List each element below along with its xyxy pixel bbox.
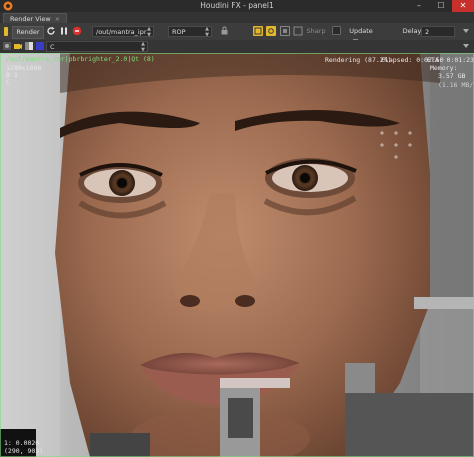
delay-label: Delay [402, 27, 422, 35]
stop-icon[interactable] [72, 26, 82, 36]
render-toolbar: Render /out/mantra_ipr ▲▼ ROP Camera ▲▼ … [0, 23, 474, 47]
toolbar-handle-icon [4, 27, 8, 36]
region-render-icon[interactable] [253, 26, 263, 36]
pixel-coord: (290, 903) [4, 447, 44, 455]
refresh-icon[interactable] [46, 26, 56, 36]
delay-input[interactable]: 2 [421, 26, 455, 37]
render-button[interactable]: Render [12, 26, 44, 39]
window-title: Houdini FX - panel1 [200, 1, 274, 10]
snapshot-icon[interactable] [266, 26, 276, 36]
render-viewport[interactable]: /out/mantra_ipr|pbrbrighter_2.0|Qt (8) 1… [0, 53, 474, 457]
channel-spin-icon: ▲ ▼ [141, 41, 145, 53]
toolbar-menu-icon[interactable] [462, 26, 470, 36]
rop-info-text: /out/mantra_ipr|pbrbrighter_2.0|Qt (8) [6, 55, 155, 63]
memory-sub: (1.16 MB/s) [438, 81, 474, 89]
close-button[interactable]: ✕ [452, 0, 474, 12]
preview-icon[interactable] [280, 26, 290, 36]
eta-time: ETA: 0:01:23 [427, 56, 474, 64]
update-time-checkbox-icon[interactable] [332, 26, 341, 35]
camera-field[interactable]: ROP Camera ▲▼ [168, 26, 212, 47]
viewer-options-icon[interactable] [462, 42, 470, 50]
rop-path-value: /out/mantra_ipr [96, 28, 147, 36]
camera-view-icon[interactable] [14, 42, 22, 50]
update-time-label: Update Time [349, 27, 373, 46]
sharp-button[interactable]: Sharp [305, 26, 327, 37]
minimize-button[interactable]: – [408, 0, 430, 12]
memory-value: 3.57 GB [438, 72, 466, 80]
channel-value: C [50, 43, 55, 51]
rop-path-spin-icon: ▲ ▼ [147, 26, 151, 38]
channel-dropdown[interactable]: C ▲ ▼ [46, 41, 148, 52]
line-c-text: C [6, 78, 10, 86]
pause-icon[interactable] [59, 26, 69, 36]
delay-value: 2 [425, 28, 430, 36]
channel-icon[interactable] [36, 42, 44, 50]
pixel-value: 1: 0.0020 [4, 439, 40, 447]
sharp-toggle-icon[interactable] [293, 26, 303, 36]
memory-label: Memory: [430, 64, 458, 72]
maximize-button[interactable]: ☐ [430, 0, 452, 12]
camera-spin-icon: ▲ ▼ [205, 26, 209, 38]
render-image [0, 53, 474, 457]
tab-close-icon[interactable]: × [55, 15, 60, 23]
tab-label: Render View [10, 15, 51, 23]
rop-path-field[interactable]: /out/mantra_ipr ▲ ▼ [92, 26, 154, 37]
pin-icon[interactable] [3, 42, 11, 50]
viewer-subbar: C ▲ ▼ [0, 40, 474, 54]
color-correct-icon[interactable] [25, 42, 33, 50]
camera-lock-icon[interactable] [220, 26, 229, 35]
